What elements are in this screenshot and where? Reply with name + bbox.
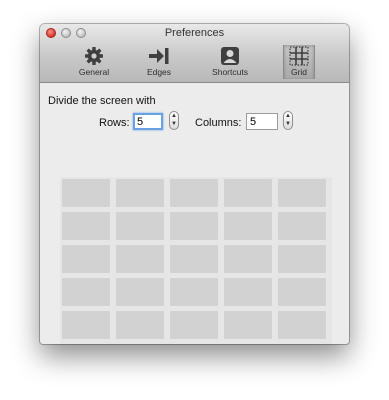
person-icon: [203, 45, 257, 67]
grid-cell[interactable]: [170, 212, 218, 240]
grid-cell[interactable]: [224, 278, 272, 306]
grid-cell[interactable]: [62, 245, 110, 273]
grid-cell[interactable]: [62, 311, 110, 339]
grid-cell[interactable]: [170, 311, 218, 339]
grid-cell[interactable]: [62, 179, 110, 207]
grid-cell[interactable]: [278, 278, 326, 306]
window-title: Preferences: [164, 27, 225, 39]
arrow-to-edge-icon: [132, 45, 186, 67]
toolbar-grid[interactable]: Grid: [283, 45, 315, 79]
toolbar-general-label: General: [78, 67, 110, 77]
columns-label: Columns:: [195, 117, 242, 129]
grid-preview: [60, 177, 332, 344]
grid-cell[interactable]: [116, 179, 164, 207]
chevron-down-icon[interactable]: ▼: [285, 121, 291, 128]
grid-cell[interactable]: [170, 278, 218, 306]
toolbar-general[interactable]: General: [67, 45, 121, 79]
grid-cell[interactable]: [116, 311, 164, 339]
columns-stepper[interactable]: ▲ ▼: [283, 111, 293, 130]
grid-cell[interactable]: [62, 212, 110, 240]
grid-cell[interactable]: [170, 245, 218, 273]
chevron-up-icon[interactable]: ▲: [171, 113, 177, 120]
toolbar-edges[interactable]: Edges: [132, 45, 186, 79]
grid-cell[interactable]: [278, 179, 326, 207]
columns-field[interactable]: 5: [246, 113, 278, 130]
toolbar-grid-label: Grid: [290, 67, 308, 77]
chevron-down-icon[interactable]: ▼: [171, 121, 177, 128]
grid-cell[interactable]: [224, 245, 272, 273]
grid-icon: [284, 45, 314, 67]
gear-icon: [67, 45, 121, 67]
rows-field[interactable]: 5: [133, 113, 163, 130]
rows-label: Rows:: [99, 117, 130, 129]
toolbar-edges-label: Edges: [146, 67, 172, 77]
preferences-window: Preferences General Edges Shortcuts Grid…: [40, 24, 349, 344]
grid-cell[interactable]: [278, 245, 326, 273]
grid-settings-pane: Divide the screen with Rows: 5 ▲ ▼ Colum…: [40, 83, 349, 344]
chevron-up-icon[interactable]: ▲: [285, 113, 291, 120]
grid-cell[interactable]: [278, 212, 326, 240]
grid-cell[interactable]: [224, 212, 272, 240]
grid-cell[interactable]: [224, 179, 272, 207]
grid-cell[interactable]: [62, 278, 110, 306]
grid-cell[interactable]: [278, 311, 326, 339]
toolbar: Preferences General Edges Shortcuts Grid: [40, 24, 349, 83]
grid-cell[interactable]: [170, 179, 218, 207]
grid-heading: Divide the screen with: [48, 95, 156, 107]
toolbar-shortcuts[interactable]: Shortcuts: [203, 45, 257, 79]
toolbar-shortcuts-label: Shortcuts: [212, 67, 248, 77]
grid-cell[interactable]: [224, 311, 272, 339]
grid-cell[interactable]: [116, 245, 164, 273]
rows-stepper[interactable]: ▲ ▼: [169, 111, 179, 130]
grid-cell[interactable]: [116, 212, 164, 240]
grid-cell[interactable]: [116, 278, 164, 306]
